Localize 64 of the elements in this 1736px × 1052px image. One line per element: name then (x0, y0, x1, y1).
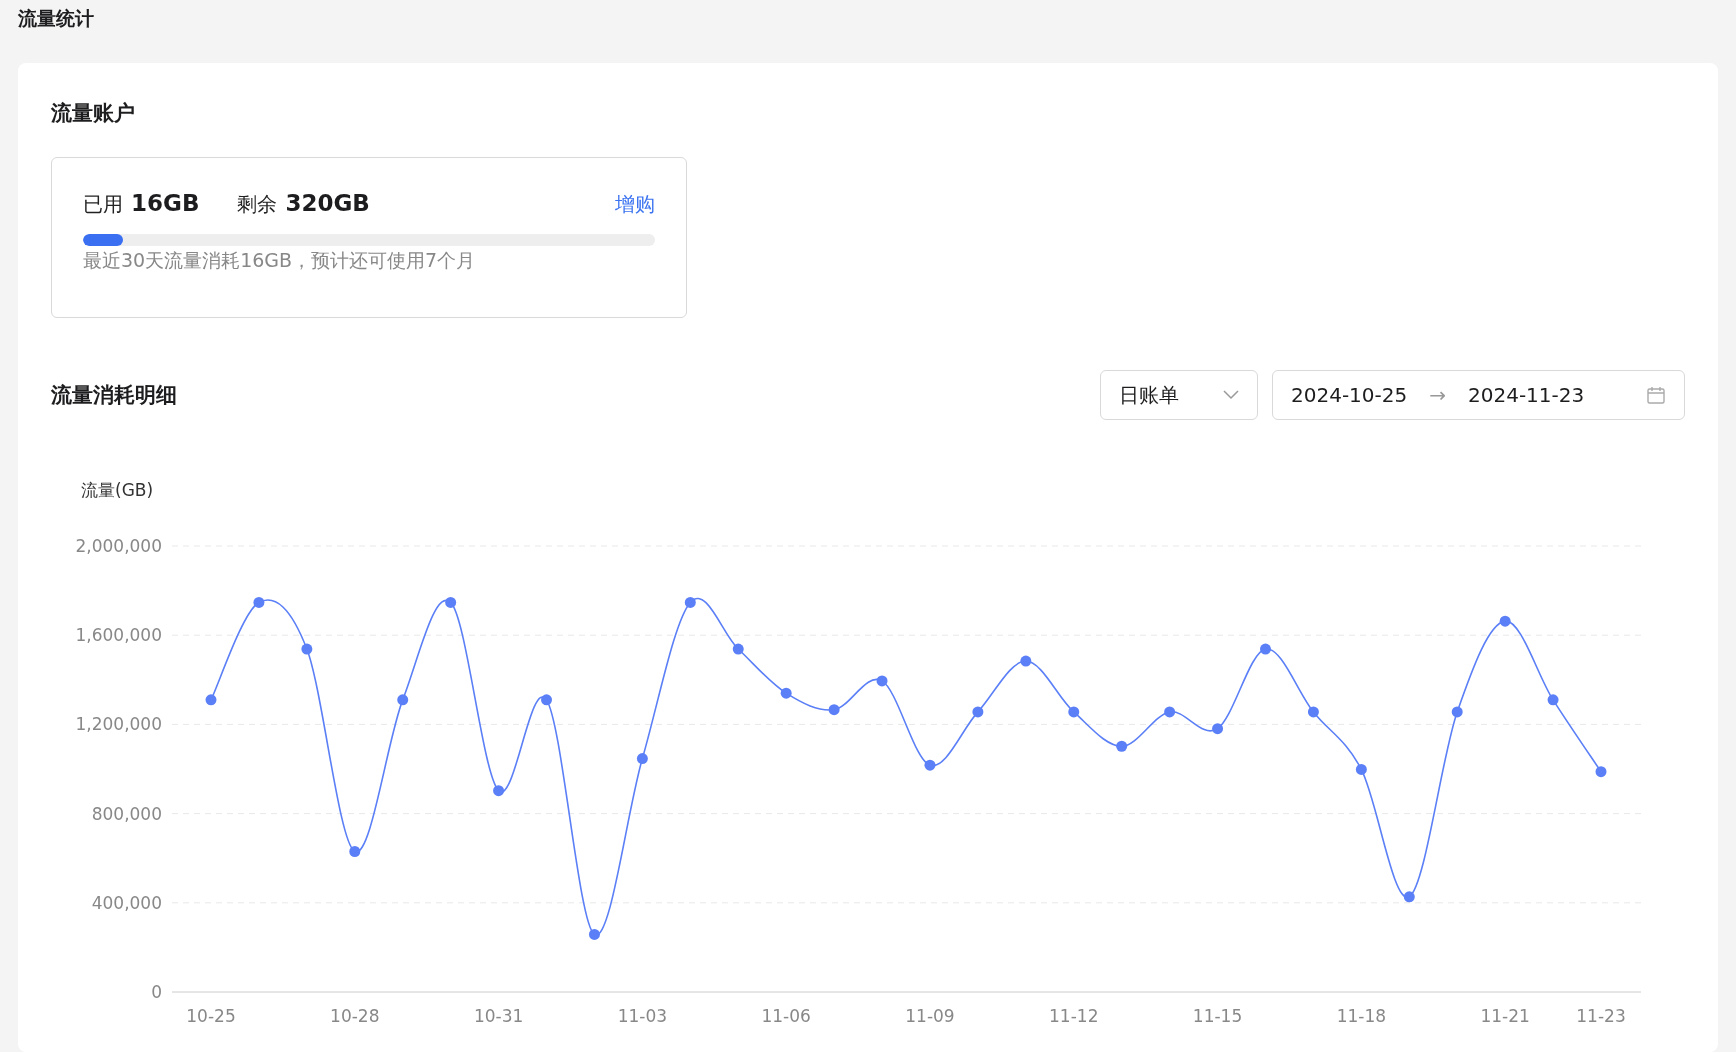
data-point (876, 675, 888, 687)
data-point (1595, 766, 1607, 778)
section-title: 流量消耗明细 (51, 382, 177, 409)
data-point (1547, 694, 1559, 706)
axis-label: 10-31 (473, 1006, 524, 1026)
axis-label: 2,000,000 (75, 536, 162, 556)
data-point (1020, 655, 1032, 667)
data-point (1164, 706, 1176, 718)
axis-label: 1,600,000 (75, 625, 162, 646)
date-range-picker[interactable]: 2024-10-25 → 2024-11-23 (1272, 370, 1685, 420)
axis-label: 11-12 (1049, 1006, 1099, 1026)
start-date[interactable]: 2024-10-25 (1291, 383, 1408, 407)
axis-label: 11-18 (1336, 1006, 1387, 1026)
data-point (1212, 723, 1224, 735)
data-point (493, 785, 505, 797)
data-point (684, 596, 696, 608)
data-point (780, 687, 792, 699)
data-point (1260, 643, 1271, 655)
data-point (636, 753, 648, 764)
axis-label: 1,200,000 (75, 714, 162, 735)
data-point (205, 694, 217, 706)
axis-title: 流量(GB) (81, 480, 154, 500)
axis-label: 400,000 (91, 892, 162, 913)
axis-label: 11-21 (1480, 1006, 1530, 1026)
axis-label: 10-28 (330, 1006, 380, 1026)
usage-note: 最近30天流量消耗16GB，预计还可使用7个月 (83, 248, 477, 273)
end-date[interactable]: 2024-11-23 (1468, 383, 1585, 407)
buy-more-link[interactable]: 增购 (615, 191, 655, 218)
axis-label: 0 (151, 982, 162, 1002)
calendar-icon (1646, 385, 1666, 405)
data-point (445, 596, 457, 608)
used-value: 16GB (131, 190, 200, 216)
data-point (588, 928, 600, 940)
data-point (1403, 891, 1415, 903)
data-point (541, 694, 552, 706)
axis-label: 800,000 (91, 803, 162, 824)
data-point (349, 846, 361, 857)
period-dropdown[interactable]: 日账单 (1100, 370, 1258, 420)
axis-label: 11-23 (1576, 1006, 1626, 1026)
range-separator: → (1429, 383, 1446, 407)
remaining-value: 320GB (285, 190, 370, 216)
axis-label: 11-09 (905, 1006, 955, 1026)
section-title: 流量账户 (51, 100, 136, 127)
data-point (253, 596, 265, 608)
used-label: 已用 (83, 191, 123, 218)
data-point (1116, 740, 1128, 752)
chevron-down-icon (1223, 390, 1239, 400)
data-point (828, 704, 840, 716)
data-point (972, 706, 984, 718)
page-title: 流量统计 (18, 6, 95, 31)
axis-label: 11-03 (617, 1006, 668, 1026)
data-point (301, 643, 313, 655)
data-point (1355, 763, 1367, 775)
axis-label: 11-15 (1192, 1006, 1243, 1026)
data-point (732, 643, 744, 655)
data-point (1451, 706, 1463, 718)
data-point (1068, 706, 1080, 718)
remaining-label: 剩余 (237, 191, 278, 218)
data-point (397, 694, 409, 706)
data-point (1499, 615, 1511, 627)
data-point (1307, 706, 1319, 718)
axis-label: 11-06 (761, 1006, 811, 1026)
axis-label: 10-25 (186, 1006, 236, 1026)
data-point (924, 759, 936, 771)
